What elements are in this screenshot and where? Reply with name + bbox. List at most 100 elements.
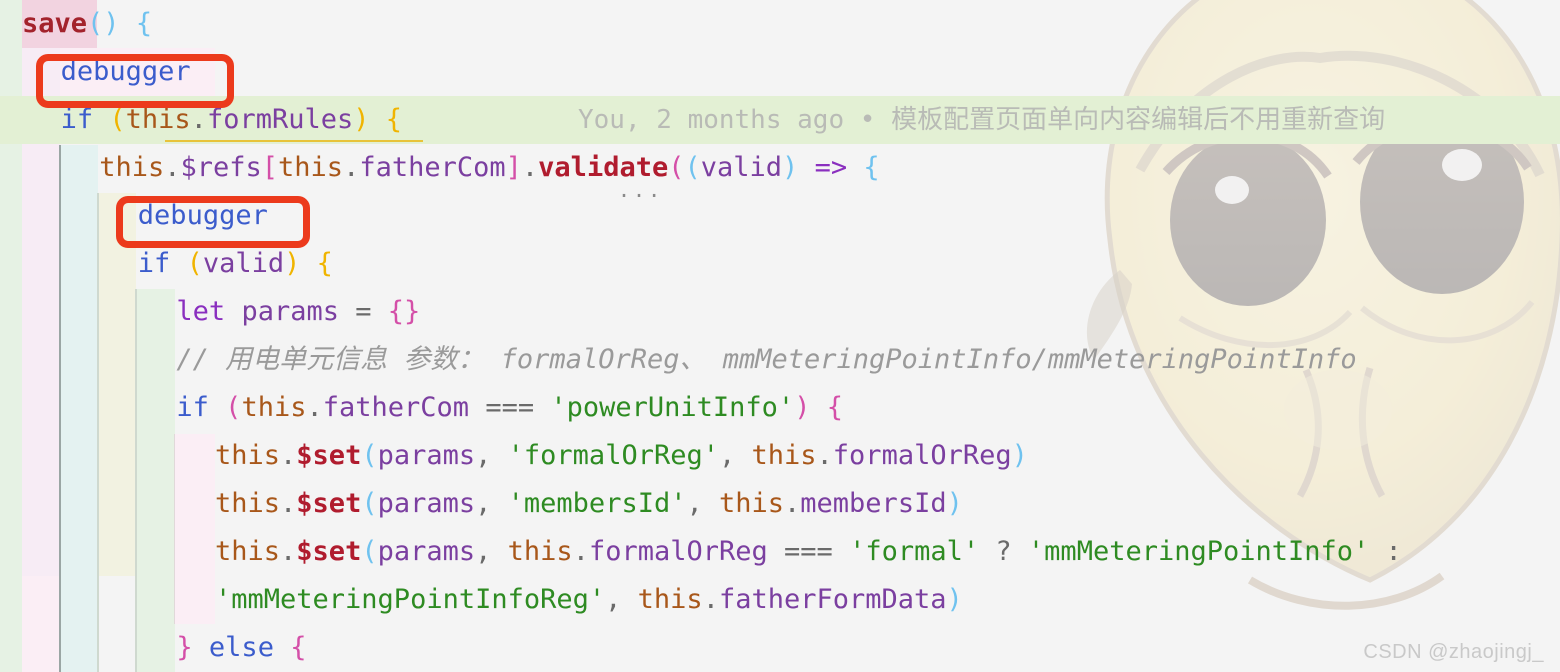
token: { [135, 8, 153, 39]
redbox-debugger-2 [116, 196, 310, 248]
token: . [280, 440, 297, 471]
token: . [190, 104, 207, 135]
token: this [278, 152, 344, 183]
token: $set [296, 488, 362, 519]
token: [ [261, 152, 279, 183]
token: , [718, 440, 752, 471]
token: ( [361, 440, 378, 471]
line-debugger-1[interactable]: debugger [0, 48, 1560, 96]
line-set-ternary[interactable]: this.$set(params, this.formalOrReg === '… [0, 528, 1560, 576]
token: $set [296, 440, 362, 471]
code-line-content: if (this.fatherCom === 'powerUnitInfo') … [176, 384, 843, 432]
code-line-content: this.$set(params, 'membersId', this.memb… [215, 480, 963, 528]
token: fatherFormData [718, 584, 947, 615]
token: ) [946, 584, 963, 615]
token: formalOrReg [588, 536, 768, 567]
code-line-content: // 用电单元信息 参数： formalOrReg、 mmMeteringPoi… [176, 336, 1356, 384]
code-editor-viewport[interactable]: save() {debugger if (this.formRules) {thi… [0, 0, 1560, 672]
token: , [475, 536, 508, 567]
line-ternary-cont[interactable]: 'mmMeteringPointInfoReg', this.fatherFor… [0, 576, 1560, 624]
token: , [686, 488, 719, 519]
token: ( [361, 536, 378, 567]
token: . [343, 152, 360, 183]
token: this [751, 440, 817, 471]
line-save-signature[interactable]: save() { [0, 0, 1560, 48]
token: ( [361, 488, 378, 519]
formrules-underline [165, 140, 423, 142]
token: === [485, 392, 535, 423]
token: this [507, 536, 573, 567]
line-set-membersid[interactable]: this.$set(params, 'membersId', this.memb… [0, 480, 1560, 528]
git-blame-annotation: You, 2 months ago • 模板配置页面单向内容编辑后不用重新查询 [578, 96, 1385, 144]
code-lens-dots[interactable]: ... [618, 178, 663, 202]
line-let-params[interactable]: let params = {} [0, 288, 1560, 336]
token: = [355, 296, 372, 327]
token: valid [202, 248, 285, 279]
token: ) [794, 392, 811, 423]
token: fatherCom [322, 392, 470, 423]
token: 'formal' [849, 536, 980, 567]
token: . [306, 392, 323, 423]
token: , [475, 488, 508, 519]
token: ) [284, 248, 301, 279]
token: { [826, 392, 843, 423]
token: this [215, 440, 281, 471]
token: params [241, 296, 339, 327]
token: . [816, 440, 833, 471]
token: $set [296, 536, 362, 567]
token: { [316, 248, 333, 279]
line-comment[interactable]: // 用电单元信息 参数： formalOrReg、 mmMeteringPoi… [0, 336, 1560, 384]
token: ( [186, 248, 203, 279]
line-else[interactable]: } else { [0, 624, 1560, 672]
token: ) [353, 104, 370, 135]
token: params [377, 536, 476, 567]
token: save [22, 8, 88, 39]
token: ) [782, 152, 799, 183]
token: {} [387, 296, 421, 327]
token: . [280, 536, 297, 567]
token: valid [700, 152, 783, 183]
token: params [377, 488, 476, 519]
line-set-formalorreg[interactable]: this.$set(params, 'formalOrReg', this.fo… [0, 432, 1560, 480]
token: this [99, 152, 165, 183]
token: formalOrReg [832, 440, 1012, 471]
token: 'powerUnitInfo' [550, 392, 795, 423]
token: 'formalOrReg' [507, 440, 719, 471]
line-if-powerunitinfo[interactable]: if (this.fatherCom === 'powerUnitInfo') … [0, 384, 1560, 432]
token: () [87, 8, 120, 39]
token: let [176, 296, 226, 327]
token: this [215, 488, 281, 519]
token: this [241, 392, 307, 423]
token: this [215, 536, 281, 567]
token: ( [668, 152, 685, 183]
token: ) [1011, 440, 1028, 471]
token: , [475, 440, 508, 471]
csdn-watermark: CSDN @zhaojingj_ [1363, 641, 1544, 663]
token: ? [995, 536, 1012, 567]
token: => [814, 152, 848, 183]
token: this [125, 104, 191, 135]
code-line-content: this.$set(params, this.formalOrReg === '… [215, 528, 1402, 576]
token: , [605, 584, 638, 615]
token: 'membersId' [507, 488, 687, 519]
token: . [702, 584, 719, 615]
token: === [784, 536, 833, 567]
line-refs-validate[interactable]: this.$refs[this.fatherCom].validate((val… [0, 144, 1560, 192]
